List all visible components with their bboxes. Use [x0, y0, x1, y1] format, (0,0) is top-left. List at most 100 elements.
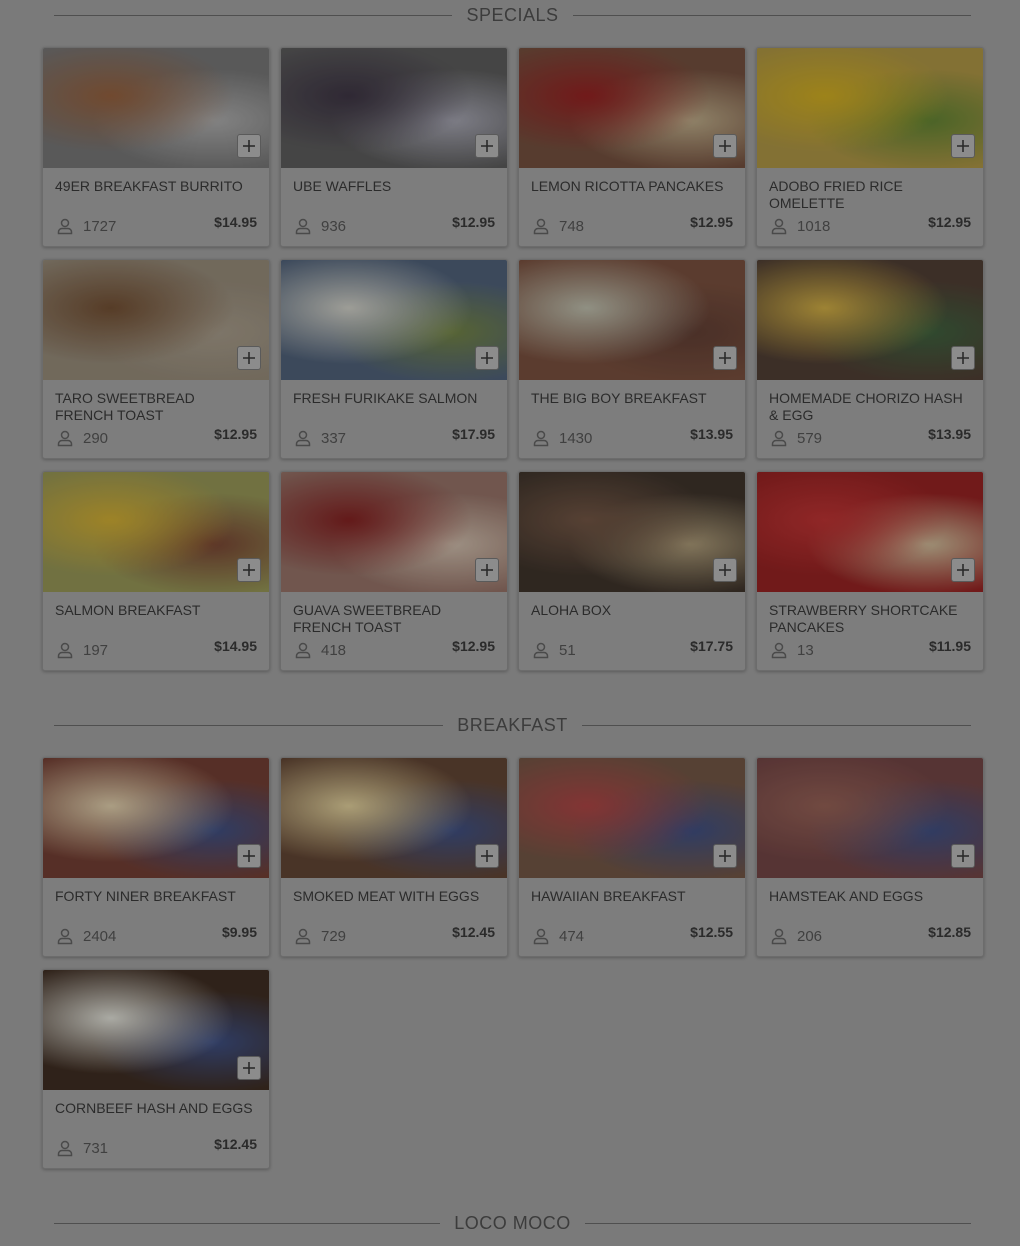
plus-icon: [957, 850, 969, 862]
add-item-button[interactable]: [237, 346, 261, 370]
plus-icon: [243, 352, 255, 364]
item-name: ALOHA BOX: [531, 602, 612, 618]
item-price: $12.45: [214, 1136, 257, 1152]
plus-icon: [481, 850, 493, 862]
item-photo: [519, 260, 745, 380]
person-icon: [533, 642, 549, 659]
menu-item-card[interactable]: 49er BREAKFAST BURRITO 1727 $14.95: [42, 47, 270, 247]
section-title: LOCO MOCO: [454, 1212, 571, 1233]
item-name: LEMON RICOTTA PANCAKES: [531, 178, 724, 194]
menu-item-card[interactable]: ALOHA BOX 51 $17.75: [518, 471, 746, 671]
person-icon: [771, 218, 787, 235]
add-item-button[interactable]: [713, 134, 737, 158]
add-item-button[interactable]: [713, 844, 737, 868]
menu-item-card[interactable]: TARO SWEETBREAD FRENCH TOAST 290 $12.95: [42, 259, 270, 459]
divider: [572, 14, 972, 16]
item-price: $12.95: [214, 426, 257, 442]
item-photo: [519, 48, 745, 168]
add-item-button[interactable]: [951, 844, 975, 868]
item-name: UBE WAFFLES: [293, 178, 392, 194]
menu-item-card[interactable]: UBE WAFFLES 936 $12.95: [280, 47, 508, 247]
menu-item-card[interactable]: STRAWBERRY SHORTCAKE PANCAKES 13 $11.95: [756, 471, 984, 671]
item-price: $17.95: [452, 426, 495, 442]
item-photo: [519, 758, 745, 878]
item-photo: [43, 260, 269, 380]
menu-item-card[interactable]: ADOBO FRIED RICE OMELETTE 1018 $12.95: [756, 47, 984, 247]
divider: [54, 14, 453, 16]
add-item-button[interactable]: [713, 346, 737, 370]
menu-item-card[interactable]: HAMSTEAK AND EGGS 206 $12.85: [756, 757, 984, 957]
plus-icon: [243, 850, 255, 862]
plus-icon: [481, 140, 493, 152]
item-name: GUAVA SWEETBREAD FRENCH TOAST: [293, 602, 442, 635]
item-photo: [281, 48, 507, 168]
menu-item-card[interactable]: HOMEMADE CHORIZO HASH & EGG 579 $13.95: [756, 259, 984, 459]
menu-item-card[interactable]: SMOKED MEAT WITH EGGS 729 $12.45: [280, 757, 508, 957]
item-price: $14.95: [214, 214, 257, 230]
menu-item-card[interactable]: FRESH FURIKAKE SALMON 337 $17.95: [280, 259, 508, 459]
divider: [584, 1222, 972, 1224]
menu-item-card[interactable]: LEMON RICOTTA PANCAKES 748 $12.95: [518, 47, 746, 247]
breakfast-grid: FORTY NINER BREAKFAST 2404 $9.95 SMOKED MEA…: [42, 757, 984, 1169]
add-item-button[interactable]: [475, 134, 499, 158]
person-icon: [771, 430, 787, 447]
order-count-value: 206: [797, 927, 823, 945]
item-photo: [281, 260, 507, 380]
person-icon: [533, 430, 549, 447]
person-icon: [533, 218, 549, 235]
order-count-value: 1018: [797, 217, 831, 235]
order-count-value: 1430: [559, 429, 593, 447]
item-price: $17.75: [690, 638, 733, 654]
item-photo: [43, 970, 269, 1090]
add-item-button[interactable]: [951, 346, 975, 370]
menu-item-card[interactable]: THE BIG BOY BREAKFAST 1430 $13.95: [518, 259, 746, 459]
add-item-button[interactable]: [237, 1056, 261, 1080]
menu-item-card[interactable]: FORTY NINER BREAKFAST 2404 $9.95: [42, 757, 270, 957]
item-photo: [757, 260, 983, 380]
item-price: $12.95: [452, 214, 495, 230]
plus-icon: [481, 564, 493, 576]
section-title: SPECIALS: [466, 4, 559, 25]
item-price: $12.45: [452, 924, 495, 940]
add-item-button[interactable]: [951, 558, 975, 582]
item-photo: [519, 472, 745, 592]
item-name: HAMSTEAK AND EGGS: [769, 888, 924, 904]
add-item-button[interactable]: [237, 558, 261, 582]
item-name: TARO SWEETBREAD FRENCH TOAST: [55, 390, 195, 423]
add-item-button[interactable]: [475, 346, 499, 370]
add-item-button[interactable]: [237, 844, 261, 868]
item-price: $13.95: [928, 426, 971, 442]
item-photo: [281, 472, 507, 592]
section-header-specials: SPECIALS: [54, 4, 972, 25]
add-item-button[interactable]: [951, 134, 975, 158]
item-price: $12.95: [452, 638, 495, 654]
item-price: $12.95: [690, 214, 733, 230]
item-price: $12.95: [928, 214, 971, 230]
item-name: ADOBO FRIED RICE OMELETTE: [769, 178, 903, 211]
plus-icon: [719, 140, 731, 152]
item-price: $9.95: [221, 924, 257, 940]
person-icon: [533, 928, 549, 945]
item-photo: [43, 48, 269, 168]
person-icon: [771, 642, 787, 659]
item-name: STRAWBERRY SHORTCAKE PANCAKES: [769, 602, 958, 635]
menu-item-card[interactable]: GUAVA SWEETBREAD FRENCH TOAST 418 $12.95: [280, 471, 508, 671]
add-item-button[interactable]: [475, 558, 499, 582]
item-name: FORTY NINER BREAKFAST: [55, 888, 236, 904]
add-item-button[interactable]: [475, 844, 499, 868]
item-name: SALMON BREAKFAST: [55, 602, 201, 618]
person-icon: [295, 430, 311, 447]
add-item-button[interactable]: [237, 134, 261, 158]
plus-icon: [719, 850, 731, 862]
specials-grid: 49er BREAKFAST BURRITO 1727 $14.95 UBE WAFF…: [42, 47, 984, 671]
person-icon: [771, 928, 787, 945]
add-item-button[interactable]: [713, 558, 737, 582]
menu-item-card[interactable]: HAWAIIAN BREAKFAST 474 $12.55: [518, 757, 746, 957]
menu-item-card[interactable]: SALMON BREAKFAST 197 $14.95: [42, 471, 270, 671]
plus-icon: [719, 352, 731, 364]
menu-item-card[interactable]: CORNBEEF HASH AND EGGS 731 $12.45: [42, 969, 270, 1169]
plus-icon: [243, 1062, 255, 1074]
person-icon: [295, 642, 311, 659]
item-name: FRESH FURIKAKE SALMON: [293, 390, 478, 406]
section-title: BREAKFAST: [457, 714, 568, 735]
